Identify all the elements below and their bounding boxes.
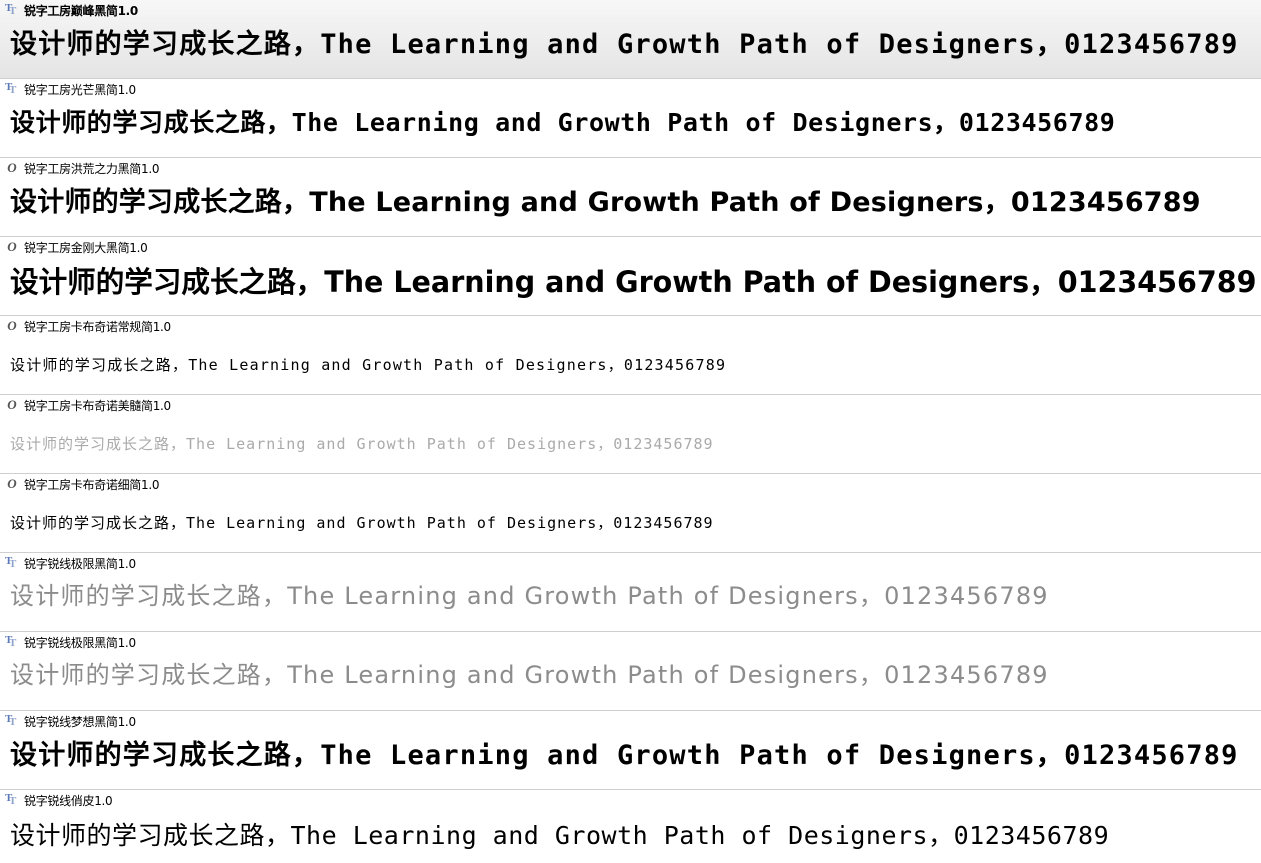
font-row[interactable]: TT 锐字锐线梦想黑简1.0 设计师的学习成长之路，The Learning a… [0,711,1261,790]
font-row-header: O 锐字工房洪荒之力黑简1.0 [5,160,159,176]
font-row-header: TT 锐字锐线俏皮1.0 [5,792,113,808]
truetype-icon: TT [5,634,17,649]
font-row-header: O 锐字工房卡布奇诺常规简1.0 [5,318,171,334]
font-name: 锐字锐线俏皮1.0 [24,793,113,808]
font-row[interactable]: O 锐字工房卡布奇诺美髓简1.0 设计师的学习成长之路，The Learning… [0,395,1261,474]
font-row[interactable]: O 锐字工房洪荒之力黑简1.0 设计师的学习成长之路，The Learning … [0,158,1261,237]
font-sample-text: 设计师的学习成长之路，The Learning and Growth Path … [10,514,714,532]
font-row[interactable]: TT 锐字锐线极限黑简1.0 设计师的学习成长之路，The Learning a… [0,632,1261,711]
font-row[interactable]: O 锐字工房卡布奇诺常规简1.0 设计师的学习成长之路，The Learning… [0,316,1261,395]
font-name: 锐字锐线极限黑简1.0 [24,556,136,571]
font-name: 锐字工房卡布奇诺细简1.0 [24,477,160,492]
font-row-header: TT 锐字工房巅峰黑简1.0 [5,2,138,18]
truetype-icon: TT [5,555,17,570]
font-sample-text: 设计师的学习成长之路，The Learning and Growth Path … [10,661,1049,689]
font-name: 锐字工房卡布奇诺常规简1.0 [24,319,171,334]
truetype-icon: TT [5,2,17,17]
font-row[interactable]: TT 锐字工房光芒黑简1.0 设计师的学习成长之路，The Learning a… [0,79,1261,158]
font-row[interactable]: TT 锐字锐线俏皮1.0 设计师的学习成长之路，The Learning and… [0,790,1261,863]
font-sample-text: 设计师的学习成长之路，The Learning and Growth Path … [10,740,1239,771]
opentype-icon: O [7,397,17,412]
font-sample-text: 设计师的学习成长之路，The Learning and Growth Path … [10,29,1239,60]
font-row[interactable]: TT 锐字工房巅峰黑简1.0 设计师的学习成长之路，The Learning a… [0,0,1261,79]
font-name: 锐字工房金刚大黑简1.0 [24,240,148,255]
font-row[interactable]: O 锐字工房金刚大黑简1.0 设计师的学习成长之路，The Learning a… [0,237,1261,316]
font-row-header: O 锐字工房卡布奇诺细简1.0 [5,476,159,492]
font-name: 锐字工房光芒黑简1.0 [24,82,136,97]
font-row-header: TT 锐字锐线极限黑简1.0 [5,555,136,571]
opentype-icon: O [7,160,17,175]
font-row[interactable]: TT 锐字锐线极限黑简1.0 设计师的学习成长之路，The Learning a… [0,553,1261,632]
font-sample-text: 设计师的学习成长之路，The Learning and Growth Path … [10,265,1257,299]
font-sample-text: 设计师的学习成长之路，The Learning and Growth Path … [10,821,1110,850]
truetype-icon: TT [5,81,17,96]
font-row-header: O 锐字工房卡布奇诺美髓简1.0 [5,397,171,413]
opentype-icon: O [7,239,17,254]
font-name: 锐字工房卡布奇诺美髓简1.0 [24,398,171,413]
font-name: 锐字锐线梦想黑简1.0 [24,714,136,729]
font-row-header: TT 锐字锐线极限黑简1.0 [5,634,136,650]
font-row-header: TT 锐字锐线梦想黑简1.0 [5,713,136,729]
font-sample-text: 设计师的学习成长之路，The Learning and Growth Path … [10,582,1049,610]
truetype-icon: TT [5,792,17,807]
opentype-icon: O [7,476,17,491]
font-name: 锐字工房洪荒之力黑简1.0 [24,161,160,176]
font-sample-text: 设计师的学习成长之路，The Learning and Growth Path … [10,187,1201,218]
truetype-icon: TT [5,713,17,728]
font-name: 锐字锐线极限黑简1.0 [24,635,136,650]
font-list[interactable]: TT 锐字工房巅峰黑简1.0 设计师的学习成长之路，The Learning a… [0,0,1261,863]
font-sample-text: 设计师的学习成长之路，The Learning and Growth Path … [10,108,1116,137]
font-row-header: TT 锐字工房光芒黑简1.0 [5,81,136,97]
font-sample-text: 设计师的学习成长之路，The Learning and Growth Path … [10,356,727,374]
font-name: 锐字工房巅峰黑简1.0 [24,3,138,18]
font-row-header: O 锐字工房金刚大黑简1.0 [5,239,148,255]
font-row[interactable]: O 锐字工房卡布奇诺细简1.0 设计师的学习成长之路，The Learning … [0,474,1261,553]
font-sample-text: 设计师的学习成长之路，The Learning and Growth Path … [10,435,714,453]
opentype-icon: O [7,318,17,333]
